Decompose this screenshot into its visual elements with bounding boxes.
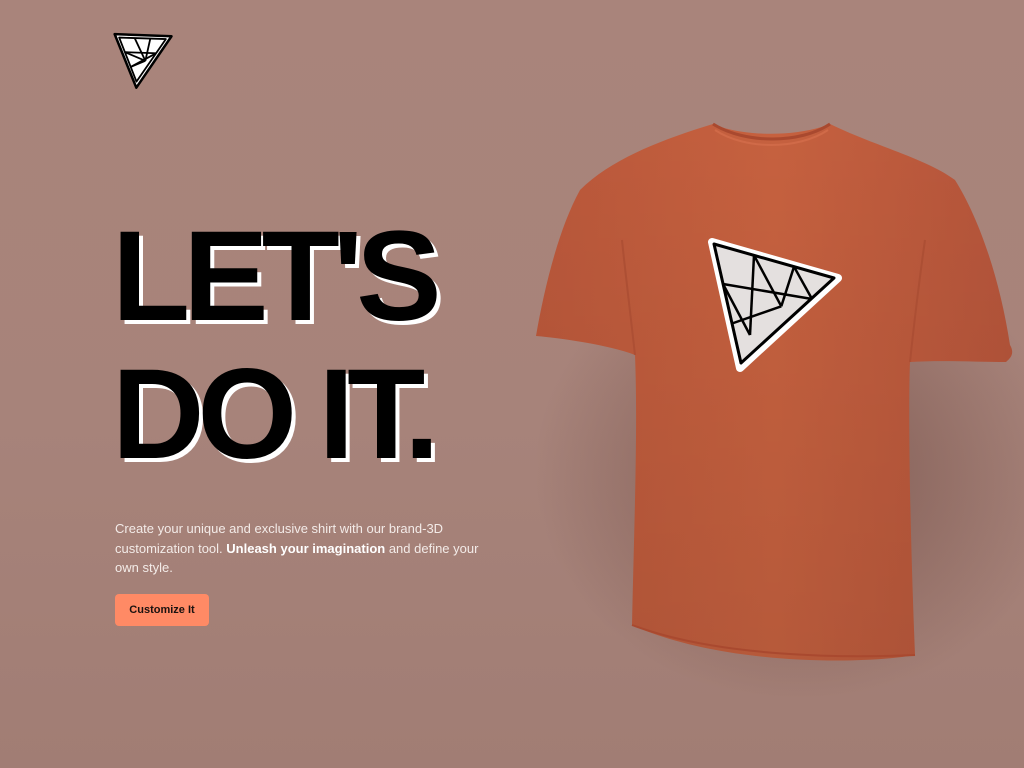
tshirt-preview[interactable]: [530, 110, 1024, 670]
description-emphasis: Unleash your imagination: [226, 540, 386, 556]
hero-headline: LET'S DO IT.: [112, 205, 442, 486]
triangle-logo-icon[interactable]: [112, 22, 180, 90]
headline-line-2: DO IT.: [112, 343, 440, 486]
shirt-body: [536, 122, 1013, 661]
customize-button[interactable]: Customize It: [115, 594, 209, 626]
home-page: LET'S DO IT. Create your unique and excl…: [0, 0, 1024, 768]
headline-line-1: LET'S: [112, 205, 442, 348]
hero-description: Create your unique and exclusive shirt w…: [115, 519, 485, 578]
